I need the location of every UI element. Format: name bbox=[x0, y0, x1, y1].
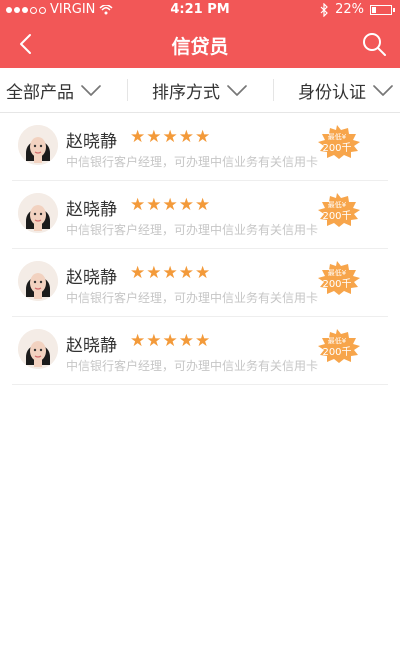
officer-name: 赵晓静 bbox=[66, 200, 117, 220]
filter-sort[interactable]: 排序方式 bbox=[152, 78, 248, 103]
avatar bbox=[18, 329, 58, 369]
filter-bar: 全部产品 排序方式 身份认证 bbox=[0, 68, 400, 113]
chevron-down-icon bbox=[373, 85, 393, 96]
status-right: 22% bbox=[319, 0, 395, 20]
rating-stars: ★★★★★ bbox=[130, 195, 212, 215]
badge-value-text: 200千 bbox=[322, 346, 351, 358]
chevron-down-icon bbox=[227, 85, 247, 96]
filter-label: 排序方式 bbox=[152, 82, 220, 103]
badge-top-text: 最低¥ bbox=[328, 336, 347, 345]
price-badge: 最低¥ 200千 bbox=[318, 261, 360, 295]
header: VIRGIN 4:21 PM 22% 信贷员 bbox=[0, 0, 400, 68]
officer-name: 赵晓静 bbox=[66, 132, 117, 152]
officer-description: 中信银行客户经理，可办理中信业务有关信用卡 bbox=[66, 291, 319, 305]
badge-value-text: 200千 bbox=[322, 142, 351, 154]
badge-top-text: 最低¥ bbox=[328, 268, 347, 277]
list-item[interactable]: 赵晓静 ★★★★★ 中信银行客户经理，可办理中信业务有关信用卡 最低¥ 200千 bbox=[12, 317, 388, 385]
page-title: 信贷员 bbox=[171, 36, 229, 58]
officer-description: 中信银行客户经理，可办理中信业务有关信用卡 bbox=[66, 359, 319, 373]
search-icon[interactable] bbox=[360, 30, 388, 58]
nav-bar: 信贷员 bbox=[0, 20, 400, 68]
battery-label: 22% bbox=[335, 2, 364, 17]
price-badge: 最低¥ 200千 bbox=[318, 125, 360, 159]
price-badge: 最低¥ 200千 bbox=[318, 329, 360, 363]
battery-icon bbox=[370, 5, 395, 15]
officer-description: 中信银行客户经理，可办理中信业务有关信用卡 bbox=[66, 155, 319, 169]
avatar bbox=[18, 261, 58, 301]
bluetooth-icon bbox=[320, 3, 328, 17]
filter-label: 全部产品 bbox=[6, 82, 74, 103]
rating-stars: ★★★★★ bbox=[130, 127, 212, 147]
rating-stars: ★★★★★ bbox=[130, 331, 212, 351]
chevron-down-icon bbox=[81, 85, 101, 96]
list-item[interactable]: 赵晓静 ★★★★★ 中信银行客户经理，可办理中信业务有关信用卡 最低¥ 200千 bbox=[12, 113, 388, 181]
price-badge: 最低¥ 200千 bbox=[318, 193, 360, 227]
status-bar: VIRGIN 4:21 PM 22% bbox=[0, 0, 400, 20]
avatar bbox=[18, 193, 58, 233]
loan-officer-list: 赵晓静 ★★★★★ 中信银行客户经理，可办理中信业务有关信用卡 最低¥ 200千… bbox=[0, 113, 400, 385]
officer-name: 赵晓静 bbox=[66, 336, 117, 356]
filter-identity[interactable]: 身份认证 bbox=[298, 78, 394, 103]
divider bbox=[126, 79, 128, 101]
badge-value-text: 200千 bbox=[322, 278, 351, 290]
rating-stars: ★★★★★ bbox=[130, 263, 212, 283]
badge-top-text: 最低¥ bbox=[328, 200, 347, 209]
filter-products[interactable]: 全部产品 bbox=[6, 78, 102, 103]
badge-value-text: 200千 bbox=[322, 210, 351, 222]
officer-name: 赵晓静 bbox=[66, 268, 117, 288]
filter-label: 身份认证 bbox=[298, 82, 366, 103]
badge-top-text: 最低¥ bbox=[328, 132, 347, 141]
list-item[interactable]: 赵晓静 ★★★★★ 中信银行客户经理，可办理中信业务有关信用卡 最低¥ 200千 bbox=[12, 249, 388, 317]
avatar bbox=[18, 125, 58, 165]
divider bbox=[272, 79, 274, 101]
officer-description: 中信银行客户经理，可办理中信业务有关信用卡 bbox=[66, 223, 319, 237]
list-item[interactable]: 赵晓静 ★★★★★ 中信银行客户经理，可办理中信业务有关信用卡 最低¥ 200千 bbox=[12, 181, 388, 249]
